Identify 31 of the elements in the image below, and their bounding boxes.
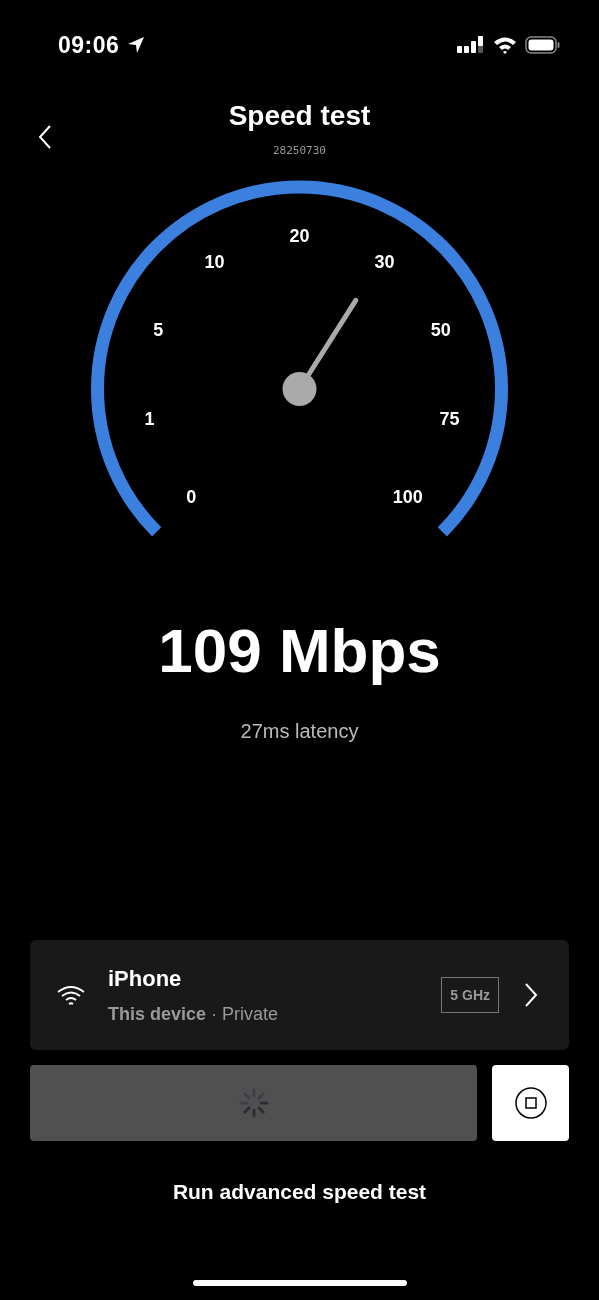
stop-button[interactable] [492, 1065, 569, 1141]
network-detail: This device · Private [108, 1003, 280, 1025]
gauge-scale-label: 20 [289, 226, 310, 246]
wifi-icon [56, 984, 86, 1006]
stop-icon [513, 1086, 548, 1120]
gauge-scale-label: 30 [374, 251, 395, 272]
battery-icon [525, 36, 561, 54]
gauge-scale-label: 1 [144, 408, 155, 429]
start-button[interactable] [30, 1065, 477, 1141]
spinner-icon [238, 1088, 269, 1118]
location-arrow-icon [127, 36, 146, 54]
wifi-icon [493, 36, 517, 54]
gauge-scale-label: 50 [430, 320, 451, 341]
latency-text: 27ms latency [239, 720, 360, 743]
gauge-scale-label: 75 [439, 408, 460, 429]
device-id: 28250730 [273, 144, 326, 157]
chevron-button[interactable] [523, 982, 539, 1008]
advanced-test-link[interactable]: Run advanced speed test [172, 1180, 427, 1204]
page-title: Speed test [228, 100, 371, 132]
clock-time: 09:06 [58, 31, 120, 59]
gauge-scale-label: 5 [153, 320, 164, 341]
gauge-scale-label: 0 [186, 487, 197, 508]
gauge-scale-label: 10 [204, 251, 225, 272]
back-icon [37, 124, 53, 150]
signal-icon [457, 35, 485, 55]
chevron-right-icon [524, 982, 538, 1008]
network-card[interactable]: iPhone This device · Private 5 GHz [30, 940, 569, 1050]
gauge-scale-label: 100 [392, 487, 423, 508]
speed-value: 109 Mbps [157, 615, 442, 686]
network-name: iPhone [108, 965, 183, 992]
band-badge: 5 GHz [441, 977, 499, 1013]
